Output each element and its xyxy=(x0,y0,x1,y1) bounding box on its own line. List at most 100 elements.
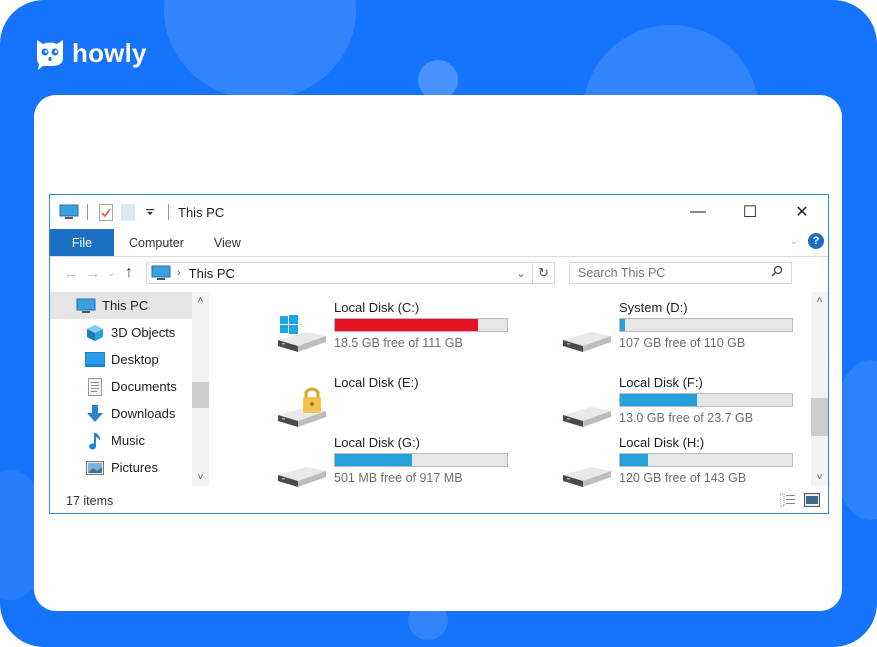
sidebar-item-music[interactable]: Music xyxy=(50,427,210,454)
drive-name: Local Disk (G:) xyxy=(334,435,420,450)
3d-objects-icon xyxy=(85,324,105,342)
sidebar-item-label: Downloads xyxy=(111,406,176,421)
navigation-bar: ← → ⌄ ↑ › This PC ⌄ ↻ Search This PC xyxy=(50,257,828,289)
sidebar-item-desktop[interactable]: Desktop xyxy=(50,346,210,373)
large-icons-view-icon[interactable] xyxy=(804,493,820,507)
separator xyxy=(168,204,169,220)
scroll-thumb[interactable] xyxy=(192,382,209,408)
tab-file[interactable]: File xyxy=(50,229,114,256)
file-explorer-window: This PC — ☐ ✕ File Computer View ⌄ ? ← →… xyxy=(49,194,829,514)
expand-ribbon-icon[interactable]: ⌄ xyxy=(790,236,798,247)
refresh-button[interactable]: ↻ xyxy=(532,263,554,283)
sidebar-item-downloads[interactable]: Downloads xyxy=(50,400,210,427)
search-placeholder: Search This PC xyxy=(578,266,666,280)
ribbon-tabs: File Computer View ⌄ ? xyxy=(50,229,828,257)
downloads-icon xyxy=(85,404,105,423)
drive-usage-fill xyxy=(620,319,626,331)
drive-usage-fill xyxy=(620,454,648,466)
computer-icon[interactable] xyxy=(58,203,80,221)
drive-free-space: 501 MB free of 917 MB xyxy=(334,471,463,485)
new-folder-icon[interactable] xyxy=(117,203,139,221)
drives-list: ˄ ˅ Local Disk (C:) 18.5 GB free of 111 G… xyxy=(210,292,831,487)
sidebar-item-label: Pictures xyxy=(111,460,158,475)
status-bar: 17 items xyxy=(50,489,828,513)
drive-item[interactable]: Local Disk (C:) 18.5 GB free of 111 GB xyxy=(276,300,546,362)
properties-icon[interactable] xyxy=(95,203,117,221)
hard-drive-icon xyxy=(561,385,613,429)
drive-free-space: 18.5 GB free of 111 GB xyxy=(334,336,463,350)
drive-name: Local Disk (E:) xyxy=(334,375,419,390)
explorer-body: This PC 3D Objects Desktop Documents Dow… xyxy=(50,292,831,487)
drive-usage-bar xyxy=(619,318,793,332)
drive-usage-fill xyxy=(620,394,698,406)
documents-icon xyxy=(85,377,105,396)
drive-name: System (D:) xyxy=(619,300,688,315)
drive-item[interactable]: System (D:) 107 GB free of 110 GB xyxy=(561,300,831,362)
drive-free-space: 107 GB free of 110 GB xyxy=(619,336,746,350)
owl-logo-icon xyxy=(37,40,63,70)
search-input[interactable]: Search This PC xyxy=(569,262,792,284)
separator xyxy=(87,204,88,220)
close-button[interactable]: ✕ xyxy=(776,195,828,229)
window-title: This PC xyxy=(178,204,225,220)
help-icon[interactable]: ? xyxy=(808,233,824,249)
sidebar-item-documents[interactable]: Documents xyxy=(50,373,210,400)
tab-view[interactable]: View xyxy=(199,229,256,256)
sidebar-item-label: 3D Objects xyxy=(111,325,176,340)
drive-usage-bar xyxy=(619,393,793,407)
computer-icon xyxy=(76,297,96,315)
drive-free-space: 120 GB free of 143 GB xyxy=(619,471,747,485)
back-button[interactable]: ← xyxy=(60,265,82,282)
breadcrumb-separator[interactable]: › xyxy=(177,267,181,279)
sidebar-scrollbar[interactable]: ˄ ˅ xyxy=(192,292,209,486)
title-bar: This PC — ☐ ✕ xyxy=(50,195,828,229)
sidebar-item-3d-objects[interactable]: 3D Objects xyxy=(50,319,210,346)
locked-drive-icon xyxy=(276,385,328,429)
address-dropdown-button[interactable]: ⌄ xyxy=(510,267,532,280)
hard-drive-icon xyxy=(561,310,613,354)
scroll-up-button[interactable]: ˄ xyxy=(192,292,209,309)
item-count: 17 items xyxy=(66,494,114,508)
sidebar-item-label: Documents xyxy=(111,379,177,394)
details-view-icon[interactable] xyxy=(779,493,796,507)
maximize-button[interactable]: ☐ xyxy=(724,195,776,229)
drive-item[interactable]: Local Disk (F:) 13.0 GB free of 23.7 GB xyxy=(561,375,831,437)
hard-drive-icon xyxy=(276,445,328,489)
sidebar-item-pictures[interactable]: Pictures xyxy=(50,454,210,481)
drive-usage-bar xyxy=(334,453,508,467)
windows-drive-icon xyxy=(276,310,328,354)
sidebar-item-this-pc[interactable]: This PC xyxy=(50,292,192,319)
drive-free-space: 13.0 GB free of 23.7 GB xyxy=(619,411,754,425)
sidebar-item-label: Music xyxy=(111,433,145,448)
breadcrumb-this-pc[interactable]: This PC xyxy=(189,266,235,281)
drive-usage-fill xyxy=(335,319,478,331)
customize-dropdown-icon[interactable] xyxy=(139,203,161,221)
up-button[interactable]: ↑ xyxy=(118,264,140,282)
pictures-icon xyxy=(85,459,105,477)
decorative-circle xyxy=(164,0,356,100)
brand-logo: howly xyxy=(34,36,147,70)
navigation-pane: This PC 3D Objects Desktop Documents Dow… xyxy=(50,292,210,486)
drive-usage-fill xyxy=(335,454,413,466)
address-bar[interactable]: › This PC ⌄ ↻ xyxy=(146,262,555,284)
sidebar-item-label: Desktop xyxy=(111,352,159,367)
decorative-circle xyxy=(418,60,458,100)
forward-button[interactable]: → xyxy=(82,265,104,282)
tab-computer[interactable]: Computer xyxy=(114,229,199,256)
recent-locations-button[interactable]: ⌄ xyxy=(104,268,118,279)
desktop-icon xyxy=(85,351,105,369)
drive-name: Local Disk (C:) xyxy=(334,300,420,315)
drive-usage-bar xyxy=(334,318,508,332)
drive-name: Local Disk (H:) xyxy=(619,435,705,450)
drive-item[interactable]: Local Disk (H:) 120 GB free of 143 GB xyxy=(561,435,831,497)
scroll-down-button[interactable]: ˅ xyxy=(192,469,209,486)
sidebar-item-label: This PC xyxy=(102,298,149,313)
computer-icon xyxy=(151,265,171,280)
music-icon xyxy=(85,432,105,450)
brand-name: howly xyxy=(72,37,147,68)
search-icon[interactable] xyxy=(771,265,783,280)
drive-item[interactable]: Local Disk (E:) xyxy=(276,375,546,437)
drive-name: Local Disk (F:) xyxy=(619,375,703,390)
drive-item[interactable]: Local Disk (G:) 501 MB free of 917 MB xyxy=(276,435,546,497)
minimize-button[interactable]: — xyxy=(672,195,724,229)
